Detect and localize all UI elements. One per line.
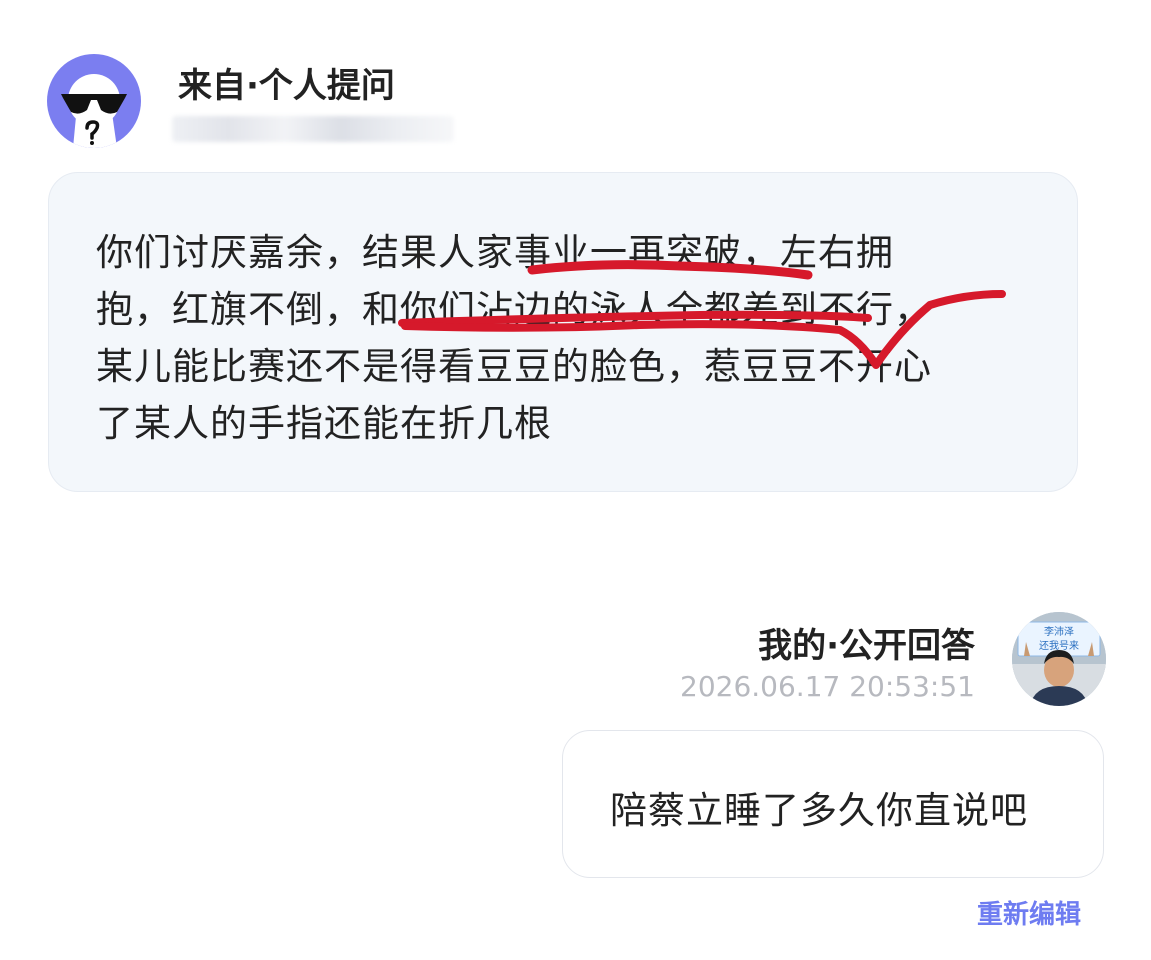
question-line: 某儿能比赛还不是得看豆豆的脸色，惹豆豆不开心 — [96, 345, 932, 388]
question-line: 你们讨厌嘉余，结果人家事业一再突破，左右拥 — [96, 231, 894, 274]
avatar-sign-line: 李沛泽 — [1044, 625, 1074, 638]
answer-timestamp: 2026.06.17 20:53:51 — [680, 670, 975, 703]
question-line: 了某人的手指还能在折几根 — [96, 402, 552, 445]
asker-name-redacted — [172, 116, 454, 142]
asker-avatar[interactable] — [47, 54, 141, 148]
question-text: 你们讨厌嘉余，结果人家事业一再突破，左右拥 抱，红旗不倒，和你们沾边的泳人全都差… — [96, 224, 1016, 452]
answer-text: 陪蔡立睡了多久你直说吧 — [610, 789, 1028, 832]
user-avatar[interactable]: 李沛泽 还我号来 — [1012, 612, 1106, 706]
sunglasses-face-icon — [61, 74, 127, 148]
question-line: 抱，红旗不倒，和你们沾边的泳人全都差到不行， — [96, 288, 932, 331]
reedit-button[interactable]: 重新编辑 — [977, 894, 1081, 931]
user-avatar-photo: 李沛泽 还我号来 — [1012, 612, 1106, 706]
asker-label: 来自·个人提问 — [178, 66, 395, 106]
answer-label: 我的·公开回答 — [758, 626, 975, 666]
